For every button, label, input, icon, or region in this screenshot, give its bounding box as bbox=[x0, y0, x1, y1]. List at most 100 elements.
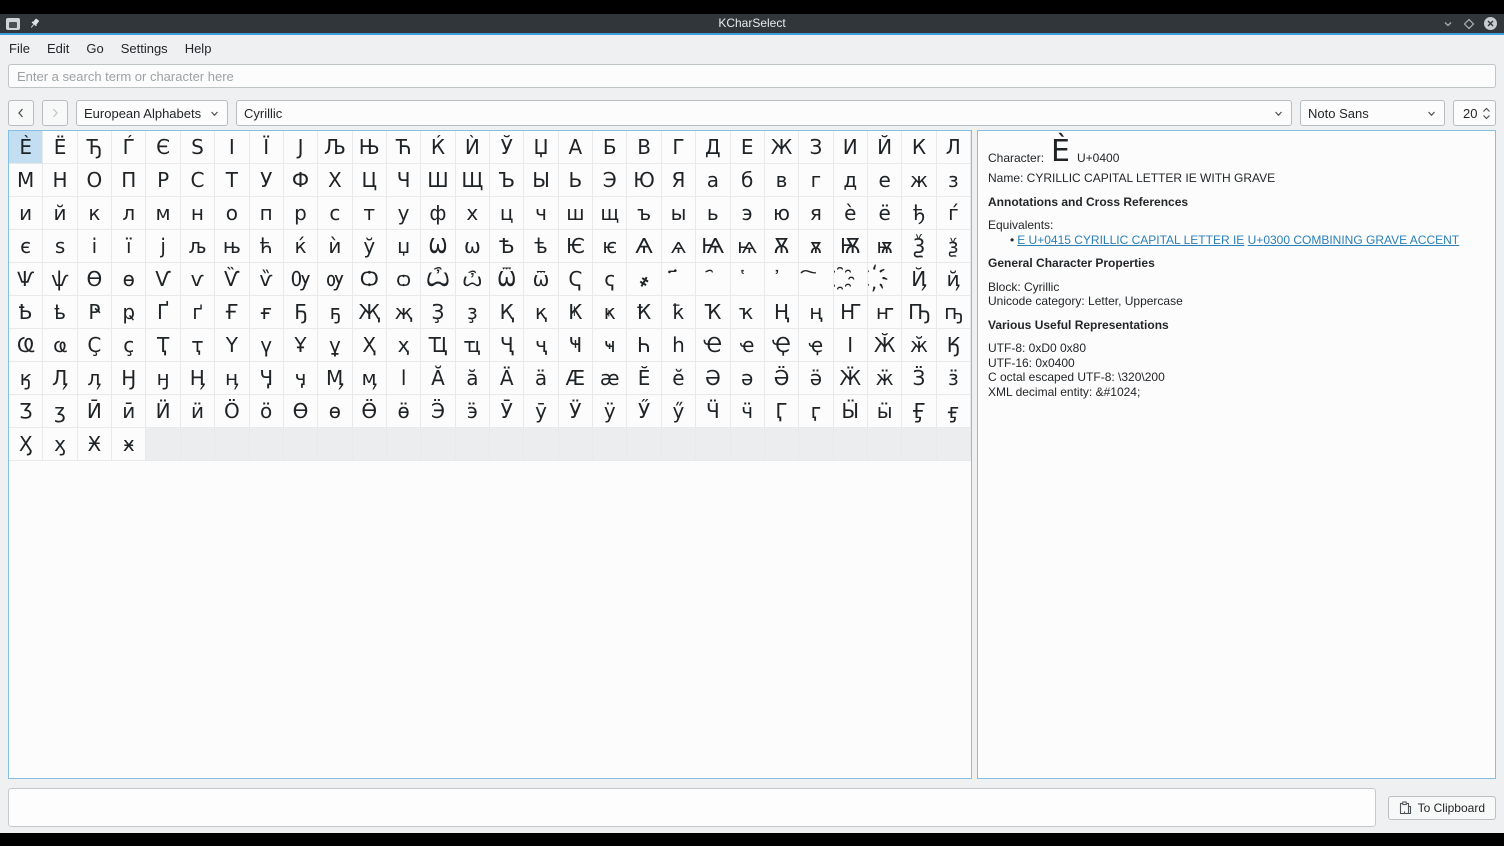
character-cell[interactable]: Ӽ bbox=[9, 428, 43, 461]
character-cell[interactable]: Ӆ bbox=[43, 362, 77, 395]
close-icon[interactable] bbox=[1484, 17, 1497, 30]
character-cell[interactable]: ҵ bbox=[456, 329, 490, 362]
character-cell[interactable]: Ҙ bbox=[421, 296, 455, 329]
character-cell[interactable]: ѳ bbox=[112, 263, 146, 296]
character-cell[interactable]: Ӓ bbox=[490, 362, 524, 395]
character-cell[interactable]: ѽ bbox=[456, 263, 490, 296]
character-cell[interactable]: ӄ bbox=[9, 362, 43, 395]
character-cell[interactable]: Ӡ bbox=[9, 395, 43, 428]
character-cell[interactable]: ы bbox=[662, 197, 696, 230]
menu-item-go[interactable]: Go bbox=[86, 41, 103, 56]
character-cell[interactable]: ӻ bbox=[937, 395, 971, 428]
character-cell[interactable]: һ bbox=[662, 329, 696, 362]
character-cell[interactable]: Ҏ bbox=[78, 296, 112, 329]
character-cell[interactable]: Ѽ bbox=[421, 263, 455, 296]
character-cell[interactable]: Қ bbox=[490, 296, 524, 329]
character-cell[interactable]: э bbox=[731, 197, 765, 230]
character-cell[interactable]: Ё bbox=[43, 131, 77, 164]
character-cell[interactable]: Ч bbox=[387, 164, 421, 197]
character-cell[interactable]: ь bbox=[696, 197, 730, 230]
character-cell[interactable]: Џ bbox=[524, 131, 558, 164]
character-cell[interactable]: Ҩ bbox=[9, 329, 43, 362]
character-cell[interactable]: Ѝ bbox=[456, 131, 490, 164]
character-cell[interactable]: т bbox=[353, 197, 387, 230]
character-cell[interactable]: Ѩ bbox=[696, 230, 730, 263]
character-cell[interactable]: ӳ bbox=[662, 395, 696, 428]
menu-item-file[interactable]: File bbox=[9, 41, 30, 56]
character-cell[interactable]: ж bbox=[902, 164, 936, 197]
character-cell[interactable]: Ѐ bbox=[9, 131, 43, 164]
font-size-spinner[interactable]: 20 bbox=[1453, 100, 1496, 126]
character-cell[interactable]: ќ bbox=[284, 230, 318, 263]
character-cell[interactable]: ӗ bbox=[662, 362, 696, 395]
character-cell[interactable]: Ӊ bbox=[181, 362, 215, 395]
character-cell[interactable]: с bbox=[318, 197, 352, 230]
character-cell[interactable]: Ў bbox=[490, 131, 524, 164]
menu-item-settings[interactable]: Settings bbox=[121, 41, 168, 56]
spin-down-icon[interactable] bbox=[1482, 114, 1491, 120]
character-cell[interactable]: ҹ bbox=[593, 329, 627, 362]
character-cell[interactable]: ӊ bbox=[215, 362, 249, 395]
character-cell[interactable]: ѣ bbox=[524, 230, 558, 263]
character-cell[interactable]: ӭ bbox=[456, 395, 490, 428]
character-cell[interactable]: ф bbox=[421, 197, 455, 230]
character-cell[interactable]: Ӑ bbox=[421, 362, 455, 395]
character-cell[interactable]: ӯ bbox=[524, 395, 558, 428]
character-cell[interactable]: ҝ bbox=[593, 296, 627, 329]
character-cell[interactable]: Җ bbox=[353, 296, 387, 329]
forward-button[interactable] bbox=[42, 100, 68, 126]
character-cell[interactable]: ҏ bbox=[112, 296, 146, 329]
character-cell[interactable]: Ҭ bbox=[146, 329, 180, 362]
character-cell[interactable]: Ш bbox=[421, 164, 455, 197]
character-cell[interactable]: ӱ bbox=[593, 395, 627, 428]
character-cell[interactable]: Ҟ bbox=[627, 296, 661, 329]
character-cell[interactable]: Ӛ bbox=[765, 362, 799, 395]
character-cell[interactable]: Ѯ bbox=[902, 230, 936, 263]
character-cell[interactable]: җ bbox=[387, 296, 421, 329]
character-cell[interactable]: К bbox=[902, 131, 936, 164]
character-cell[interactable]: Ҷ bbox=[490, 329, 524, 362]
character-cell[interactable]: Ѕ bbox=[181, 131, 215, 164]
character-cell[interactable]: У bbox=[250, 164, 284, 197]
character-cell[interactable]: Ҡ bbox=[696, 296, 730, 329]
character-cell[interactable]: з bbox=[937, 164, 971, 197]
character-cell[interactable]: ѕ bbox=[43, 230, 77, 263]
character-cell[interactable]: ҆ bbox=[765, 263, 799, 296]
character-cell[interactable]: Ѧ bbox=[627, 230, 661, 263]
character-cell[interactable]: Б bbox=[593, 131, 627, 164]
character-cell[interactable]: Ӻ bbox=[902, 395, 936, 428]
search-input[interactable] bbox=[8, 64, 1496, 88]
character-cell[interactable]: ӧ bbox=[250, 395, 284, 428]
spin-up-icon[interactable] bbox=[1482, 107, 1491, 113]
character-cell[interactable]: ҭ bbox=[181, 329, 215, 362]
character-cell[interactable]: й bbox=[43, 197, 77, 230]
character-cell[interactable]: М bbox=[9, 164, 43, 197]
character-cell[interactable]: ӵ bbox=[731, 395, 765, 428]
character-cell[interactable]: Ӯ bbox=[490, 395, 524, 428]
character-cell[interactable]: Ѻ bbox=[353, 263, 387, 296]
menu-item-edit[interactable]: Edit bbox=[47, 41, 69, 56]
character-cell[interactable]: ҫ bbox=[112, 329, 146, 362]
character-cell[interactable]: о bbox=[215, 197, 249, 230]
character-cell[interactable]: ӷ bbox=[799, 395, 833, 428]
character-cell[interactable]: ѝ bbox=[318, 230, 352, 263]
character-cell[interactable]: б bbox=[731, 164, 765, 197]
character-cell[interactable]: ц bbox=[490, 197, 524, 230]
character-cell[interactable]: ӎ bbox=[353, 362, 387, 395]
character-cell[interactable]: Ф bbox=[284, 164, 318, 197]
character-cell[interactable]: ҟ bbox=[662, 296, 696, 329]
character-cell[interactable]: Щ bbox=[456, 164, 490, 197]
character-cell[interactable]: Ү bbox=[215, 329, 249, 362]
character-cell[interactable]: Ҵ bbox=[421, 329, 455, 362]
character-cell[interactable]: ё bbox=[868, 197, 902, 230]
character-cell[interactable]: ў bbox=[353, 230, 387, 263]
character-cell[interactable]: ҃ bbox=[662, 263, 696, 296]
character-cell[interactable]: ѵ bbox=[181, 263, 215, 296]
character-cell[interactable]: Ѥ bbox=[559, 230, 593, 263]
character-cell[interactable]: ҽ bbox=[731, 329, 765, 362]
character-cell[interactable]: Ӕ bbox=[559, 362, 593, 395]
character-cell[interactable]: Н bbox=[43, 164, 77, 197]
character-cell[interactable]: Ѹ bbox=[284, 263, 318, 296]
character-cell[interactable]: Ѷ bbox=[215, 263, 249, 296]
character-cell[interactable]: А bbox=[559, 131, 593, 164]
